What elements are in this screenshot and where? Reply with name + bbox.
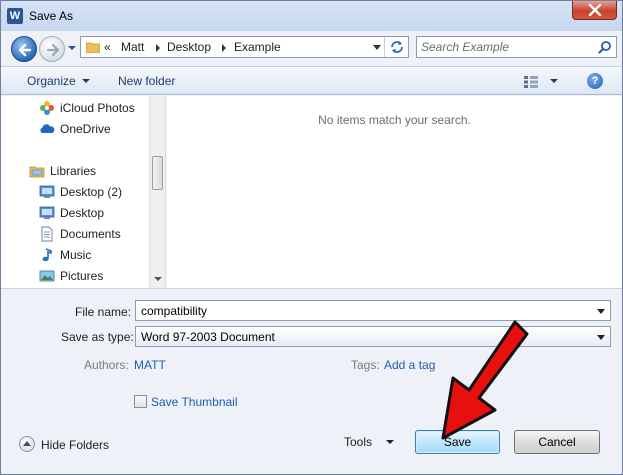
tags-value[interactable]: Add a tag <box>384 358 435 372</box>
desktop-folder-icon <box>39 185 55 198</box>
refresh-icon <box>391 41 403 53</box>
search-icon[interactable] <box>598 40 612 54</box>
scrollbar-thumb[interactable] <box>152 156 163 190</box>
tools-menu[interactable]: Tools <box>344 435 395 449</box>
collapse-up-icon <box>19 436 35 452</box>
organize-menu[interactable]: Organize <box>27 74 90 88</box>
search-box[interactable] <box>416 36 617 58</box>
organize-label: Organize <box>27 74 76 88</box>
nav-item-label: iCloud Photos <box>60 101 135 115</box>
chevron-down-icon <box>386 440 395 444</box>
chevron-down-icon[interactable] <box>597 335 605 340</box>
back-arrow-icon <box>18 43 32 57</box>
nav-item-label: Documents <box>60 227 121 241</box>
change-view-icon[interactable] <box>523 75 539 89</box>
tags-label: Tags: <box>351 358 380 372</box>
empty-message: No items match your search. <box>318 113 471 127</box>
file-name-label: File name: <box>75 305 132 319</box>
window-title: Save As <box>29 9 74 23</box>
close-icon <box>588 4 602 16</box>
authors-value[interactable]: MATT <box>134 358 166 372</box>
nav-item-label: Desktop <box>60 206 105 220</box>
tools-label: Tools <box>344 435 373 449</box>
nav-item-label: Pictures <box>60 269 104 283</box>
red-arrow-icon <box>441 320 529 440</box>
word-doc-icon: W <box>7 8 23 24</box>
desktop-folder-icon <box>39 206 55 219</box>
save-as-dialog: W Save As « Matt Desktop Example Search … <box>0 0 623 475</box>
help-icon[interactable]: ? <box>587 73 603 89</box>
file-list-pane[interactable]: No items match your search. <box>167 96 622 288</box>
pictures-icon <box>39 270 55 282</box>
refresh-button[interactable] <box>384 37 408 57</box>
back-button[interactable] <box>11 36 37 62</box>
nav-item-label: OneDrive <box>60 122 111 136</box>
save-as-type-label: Save as type: <box>61 330 134 344</box>
views-dropdown-icon[interactable] <box>550 79 558 83</box>
save-thumbnail-label[interactable]: Save Thumbnail <box>151 395 238 409</box>
onedrive-icon <box>40 124 55 133</box>
file-name-value: compatibility <box>141 304 208 318</box>
folder-icon <box>86 42 100 53</box>
command-toolbar: Organize New folder ? <box>1 66 622 95</box>
address-bar[interactable]: « Matt Desktop Example <box>80 36 409 58</box>
breadcrumb-separator-icon[interactable] <box>222 44 226 52</box>
save-thumbnail-checkbox[interactable] <box>134 395 147 408</box>
chevron-down-icon[interactable] <box>597 309 605 314</box>
icloud-photos-icon <box>40 101 54 115</box>
breadcrumb-overflow[interactable]: « <box>104 40 111 54</box>
search-input[interactable] <box>421 39 591 55</box>
forward-button[interactable] <box>39 36 65 62</box>
navigation-pane: iCloud Photos OneDrive Libraries Desktop… <box>1 96 166 288</box>
breadcrumb-example[interactable]: Example <box>234 40 281 54</box>
chevron-down-icon <box>81 79 90 83</box>
libraries-icon <box>29 166 45 178</box>
breadcrumb-matt[interactable]: Matt <box>121 40 144 54</box>
authors-label: Authors: <box>84 358 129 372</box>
documents-icon <box>41 226 53 242</box>
new-folder-button[interactable]: New folder <box>118 74 175 88</box>
forward-arrow-icon <box>46 43 60 57</box>
close-button[interactable] <box>572 1 617 20</box>
scroll-down-icon[interactable] <box>154 277 162 281</box>
nav-item-label: Music <box>60 248 92 262</box>
address-dropdown-icon[interactable] <box>370 37 384 57</box>
nav-item-label: Desktop (2) <box>60 185 123 199</box>
breadcrumb-separator-icon[interactable] <box>156 44 160 52</box>
hide-folders-label: Hide Folders <box>41 438 110 452</box>
nav-item-label: Libraries <box>50 164 97 178</box>
music-icon <box>42 248 52 262</box>
nav-scrollbar[interactable] <box>149 96 165 288</box>
recent-pages-dropdown-icon[interactable] <box>67 43 77 53</box>
breadcrumb-desktop[interactable]: Desktop <box>167 40 211 54</box>
save-as-type-value: Word 97-2003 Document <box>141 330 275 344</box>
title-bar[interactable]: W Save As <box>1 1 622 31</box>
